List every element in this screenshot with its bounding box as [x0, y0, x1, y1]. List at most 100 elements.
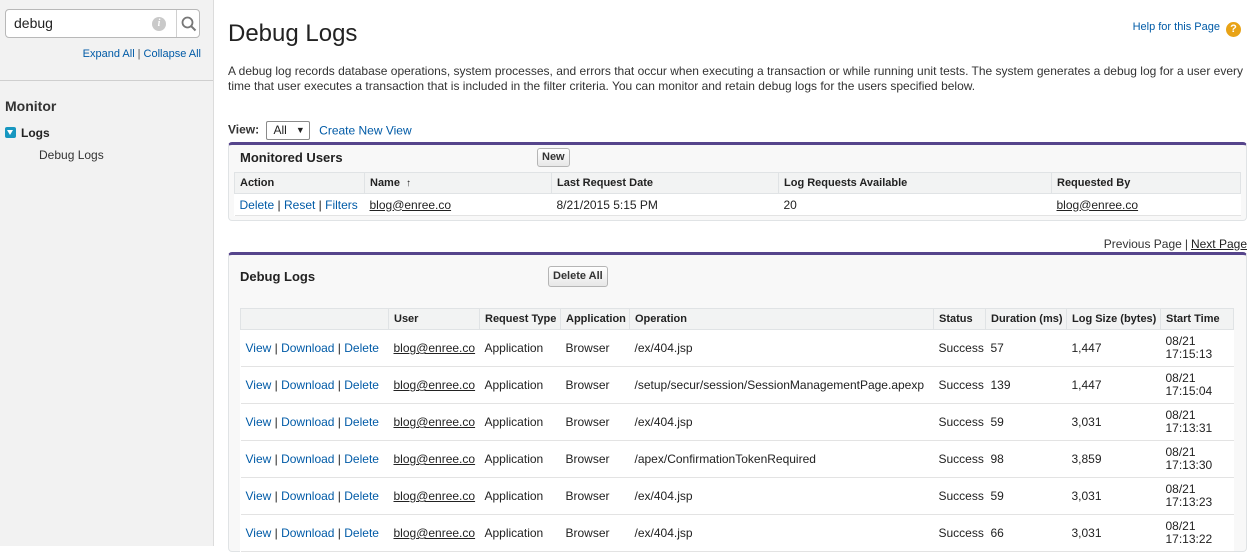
- pagination: Previous Page | Next Page: [1104, 237, 1247, 251]
- delete-link[interactable]: Delete: [344, 341, 379, 355]
- user-cell: blog@enree.co: [388, 477, 480, 515]
- requested-by-cell: blog@enree.co: [1051, 193, 1241, 216]
- create-new-view-link[interactable]: Create New View: [319, 124, 411, 138]
- help-link[interactable]: Help for this Page: [1133, 21, 1220, 33]
- column-header-duration: Duration (ms): [985, 308, 1067, 330]
- application-cell: Browser: [560, 329, 630, 367]
- monitored-users-title: Monitored Users: [240, 150, 343, 165]
- download-link[interactable]: Download: [281, 489, 334, 503]
- column-header-actions: [240, 308, 389, 330]
- application-cell: Browser: [560, 440, 630, 478]
- request-type-cell: Application: [479, 366, 561, 404]
- application-cell: Browser: [560, 366, 630, 404]
- download-link[interactable]: Download: [281, 415, 334, 429]
- new-button[interactable]: New: [537, 148, 570, 167]
- delete-link[interactable]: Delete: [344, 378, 379, 392]
- collapse-all-link[interactable]: Collapse All: [144, 48, 201, 60]
- sidebar-search-input[interactable]: [14, 15, 144, 31]
- action-cell: Delete | Reset | Filters: [234, 193, 365, 216]
- actions-cell: View | Download | Delete: [240, 366, 389, 404]
- column-header-log-size: Log Size (bytes): [1066, 308, 1161, 330]
- column-header-log-requests-available: Log Requests Available: [778, 172, 1052, 194]
- sidebar-item-logs-label: Logs: [21, 126, 50, 140]
- user-link[interactable]: blog@enree.co: [394, 378, 476, 392]
- actions-cell: View | Download | Delete: [240, 403, 389, 441]
- user-link[interactable]: blog@enree.co: [394, 526, 476, 540]
- separator: |: [1184, 237, 1188, 251]
- download-link[interactable]: Download: [281, 378, 334, 392]
- column-header-application: Application: [560, 308, 630, 330]
- reset-link[interactable]: Reset: [284, 198, 315, 212]
- user-link[interactable]: blog@enree.co: [394, 452, 476, 466]
- sidebar-search: i: [5, 9, 200, 38]
- tree-toggle-icon[interactable]: [5, 127, 16, 138]
- start-clock-time: 17:13:30: [1165, 458, 1213, 472]
- name-cell: blog@enree.co: [364, 193, 552, 216]
- user-link[interactable]: blog@enree.co: [394, 489, 476, 503]
- download-link[interactable]: Download: [281, 452, 334, 466]
- duration-cell: 139: [985, 366, 1067, 404]
- delete-link[interactable]: Delete: [344, 452, 379, 466]
- start-time-cell: 08/21 17:13:23: [1160, 477, 1234, 515]
- delete-link[interactable]: Delete: [344, 489, 379, 503]
- user-name-link[interactable]: blog@enree.co: [370, 198, 452, 212]
- duration-cell: 59: [985, 403, 1067, 441]
- help-icon[interactable]: ?: [1226, 22, 1241, 37]
- filters-link[interactable]: Filters: [325, 198, 358, 212]
- table-row: View | Download | Delete blog@enree.co App…: [240, 329, 1234, 367]
- start-clock-time: 17:13:23: [1165, 495, 1213, 509]
- log-size-cell: 3,859: [1066, 440, 1161, 478]
- status-cell: Success: [933, 440, 986, 478]
- start-clock-time: 17:13:31: [1165, 421, 1213, 435]
- start-time-cell: 08/21 17:13:31: [1160, 403, 1234, 441]
- table-header-row: User Request Type Application Operation …: [240, 308, 1234, 330]
- status-cell: Success: [933, 366, 986, 404]
- sort-ascending-icon: ↑: [405, 178, 411, 189]
- delete-link[interactable]: Delete: [344, 526, 379, 540]
- page-title: Debug Logs: [228, 20, 358, 47]
- delete-all-button[interactable]: Delete All: [548, 266, 608, 287]
- view-link[interactable]: View: [246, 415, 272, 429]
- expand-all-link[interactable]: Expand All: [83, 48, 135, 60]
- start-clock-time: 17:13:22: [1165, 532, 1213, 546]
- request-type-cell: Application: [479, 403, 561, 441]
- log-requests-available-cell: 20: [778, 193, 1052, 216]
- search-button[interactable]: [176, 10, 201, 37]
- monitored-users-panel: Monitored Users New Action Name ↑ Last Re…: [228, 142, 1247, 221]
- user-cell: blog@enree.co: [388, 329, 480, 367]
- delete-link[interactable]: Delete: [240, 198, 275, 212]
- requested-by-link[interactable]: blog@enree.co: [1057, 198, 1139, 212]
- column-header-user: User: [388, 308, 480, 330]
- view-label: View:: [228, 122, 260, 137]
- view-link[interactable]: View: [246, 452, 272, 466]
- actions-cell: View | Download | Delete: [240, 329, 389, 367]
- search-icon: [181, 16, 197, 32]
- duration-cell: 57: [985, 329, 1067, 367]
- user-link[interactable]: blog@enree.co: [394, 341, 476, 355]
- download-link[interactable]: Download: [281, 526, 334, 540]
- view-select[interactable]: All: [266, 121, 310, 140]
- column-header-name[interactable]: Name ↑: [364, 172, 552, 194]
- sidebar-divider: [0, 80, 213, 81]
- download-link[interactable]: Download: [281, 341, 334, 355]
- previous-page-label: Previous Page: [1103, 237, 1182, 251]
- user-link[interactable]: blog@enree.co: [394, 415, 476, 429]
- table-header-row: Action Name ↑ Last Request Date Log Reque…: [234, 172, 1241, 194]
- start-time-cell: 08/21 17:15:13: [1160, 329, 1234, 367]
- next-page-link[interactable]: Next Page: [1191, 237, 1247, 251]
- info-icon[interactable]: i: [152, 17, 166, 31]
- sidebar-item-debug-logs[interactable]: Debug Logs: [39, 148, 104, 162]
- operation-cell: /ex/404.jsp: [629, 477, 934, 515]
- view-link[interactable]: View: [246, 341, 272, 355]
- delete-link[interactable]: Delete: [344, 415, 379, 429]
- view-link[interactable]: View: [246, 526, 272, 540]
- view-link[interactable]: View: [246, 489, 272, 503]
- duration-cell: 98: [985, 440, 1067, 478]
- debug-logs-title: Debug Logs: [240, 269, 316, 284]
- sidebar-item-logs[interactable]: Logs: [5, 126, 50, 140]
- separator: |: [137, 48, 141, 60]
- monitored-users-table: Action Name ↑ Last Request Date Log Reque…: [234, 172, 1241, 216]
- duration-cell: 59: [985, 477, 1067, 515]
- actions-cell: View | Download | Delete: [240, 477, 389, 515]
- view-link[interactable]: View: [246, 378, 272, 392]
